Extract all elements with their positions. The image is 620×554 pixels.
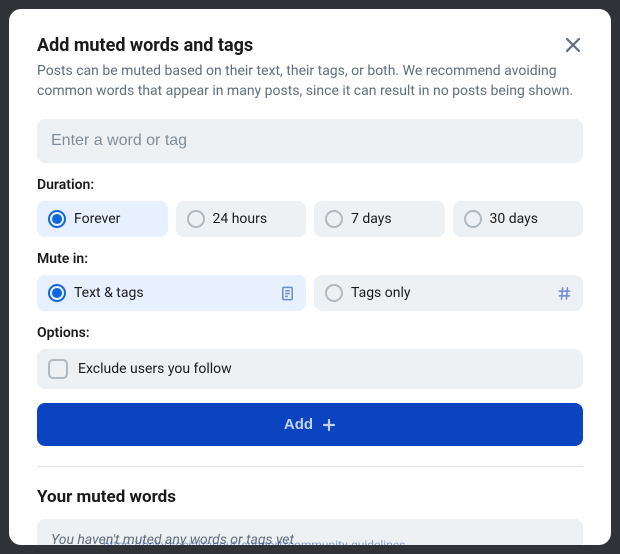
document-icon: [280, 286, 295, 301]
mute-in-label: Mute in:: [37, 251, 583, 267]
radio-icon: [325, 210, 343, 228]
duration-7-days[interactable]: 7 days: [314, 201, 445, 237]
duration-label: Duration:: [37, 177, 583, 193]
radio-icon: [48, 284, 66, 302]
radio-icon: [464, 210, 482, 228]
mute-words-modal: Add muted words and tags Posts can be mu…: [9, 9, 611, 545]
duration-24-hours[interactable]: 24 hours: [176, 201, 307, 237]
radio-label: 24 hours: [213, 211, 268, 227]
options-label: Options:: [37, 325, 583, 341]
radio-icon: [325, 284, 343, 302]
modal-title: Add muted words and tags: [37, 35, 583, 56]
radio-label: Forever: [74, 211, 120, 227]
hash-icon: [557, 286, 572, 301]
your-words-title: Your muted words: [37, 487, 583, 507]
add-button[interactable]: Add: [37, 403, 583, 446]
duration-options: Forever 24 hours 7 days 30 days: [37, 201, 583, 237]
mute-tags-only[interactable]: Tags only: [314, 275, 583, 311]
exclude-follows-checkbox[interactable]: Exclude users you follow: [37, 349, 583, 389]
radio-icon: [187, 210, 205, 228]
checkbox-icon: [48, 359, 68, 379]
mute-in-options: Text & tags Tags only: [37, 275, 583, 311]
modal-header: Add muted words and tags: [37, 35, 583, 56]
modal-description: Posts can be muted based on their text, …: [37, 62, 583, 101]
duration-forever[interactable]: Forever: [37, 201, 168, 237]
radio-label: Tags only: [351, 285, 411, 301]
mute-text-and-tags[interactable]: Text & tags: [37, 275, 306, 311]
radio-label: Text & tags: [74, 285, 144, 301]
plus-icon: [322, 418, 336, 432]
close-button[interactable]: [561, 33, 585, 57]
word-input[interactable]: [37, 119, 583, 163]
close-icon: [564, 36, 582, 54]
add-button-label: Add: [284, 416, 313, 433]
radio-label: 30 days: [490, 211, 538, 227]
background-url-text: https://bsky.social/about/support/commun…: [103, 538, 405, 545]
radio-label: 7 days: [351, 211, 392, 227]
radio-icon: [48, 210, 66, 228]
checkbox-label: Exclude users you follow: [78, 361, 232, 377]
duration-30-days[interactable]: 30 days: [453, 201, 584, 237]
divider: [37, 466, 583, 467]
